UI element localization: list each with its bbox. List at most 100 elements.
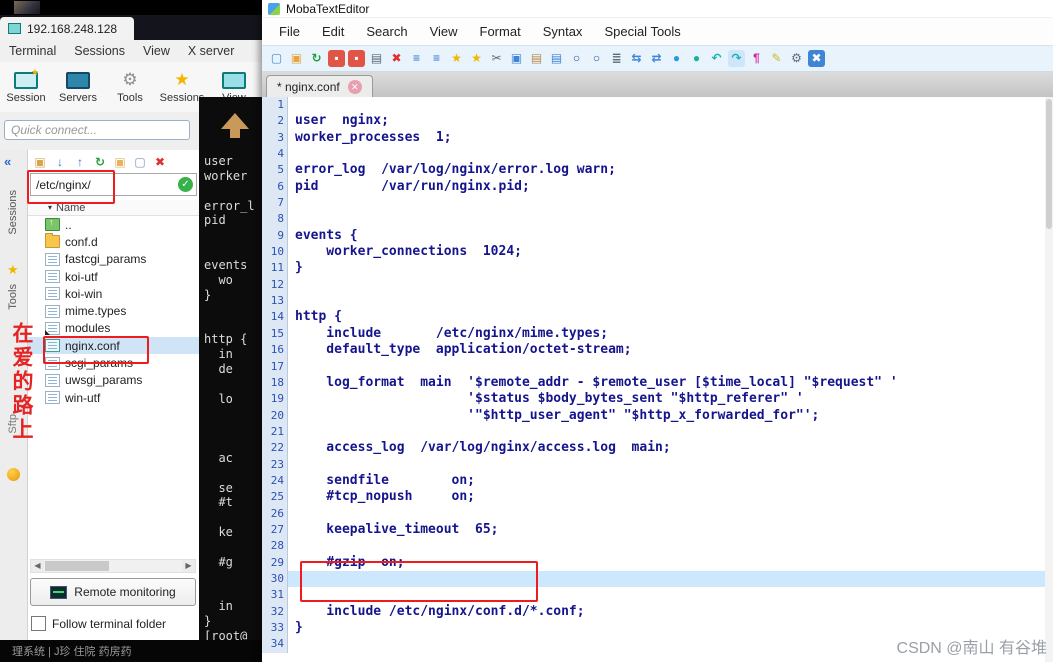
scroll-right-icon[interactable]: ▶ xyxy=(182,560,195,572)
code-line[interactable]: 27 keepalive_timeout 65; xyxy=(262,522,1053,538)
file-row[interactable]: koi-utf xyxy=(28,268,199,285)
sftp-toolbar-icon[interactable]: ▢ xyxy=(132,154,148,170)
file-row[interactable]: win-utf xyxy=(28,389,199,406)
code-line[interactable]: 30 xyxy=(262,571,1053,587)
follow-terminal-checkbox[interactable] xyxy=(31,616,46,631)
menu-item[interactable]: Sessions xyxy=(65,44,134,58)
editor-toolbar-icon[interactable]: ● xyxy=(668,50,685,67)
code-line[interactable]: 12 xyxy=(262,277,1053,293)
editor-toolbar-icon[interactable]: ↶ xyxy=(708,50,725,67)
code-line[interactable]: 34 xyxy=(262,636,1053,652)
toolbar-button[interactable]: Tools xyxy=(104,62,156,112)
quick-connect-input[interactable] xyxy=(4,120,190,140)
editor-toolbar-icon[interactable]: ⇄ xyxy=(648,50,665,67)
code-line[interactable]: 5 error_log /var/log/nginx/error.log war… xyxy=(262,162,1053,178)
menu-item[interactable]: Terminal xyxy=(0,44,65,58)
toolbar-button[interactable]: Session xyxy=(0,62,52,112)
side-tab-sessions[interactable]: Sessions xyxy=(7,190,19,235)
editor-toolbar-icon[interactable]: ✖ xyxy=(388,50,405,67)
sftp-toolbar-icon[interactable]: ↓ xyxy=(52,154,68,170)
session-tab[interactable]: 192.168.248.128 xyxy=(0,17,134,40)
horizontal-scrollbar[interactable]: ◀ ▶ xyxy=(30,559,196,573)
close-tab-icon[interactable]: ✕ xyxy=(348,80,362,94)
collapse-sidebar-icon[interactable]: « xyxy=(4,154,11,169)
file-row[interactable]: conf.d xyxy=(28,233,199,250)
code-line[interactable]: 17 xyxy=(262,359,1053,375)
editor-toolbar-icon[interactable]: ↻ xyxy=(308,50,325,67)
sftp-toolbar-icon[interactable]: ↻ xyxy=(92,154,108,170)
code-line[interactable]: 16 default_type application/octet-stream… xyxy=(262,342,1053,358)
editor-menu-item[interactable]: Edit xyxy=(311,24,355,39)
editor-toolbar-icon[interactable]: ▪ xyxy=(348,50,365,67)
remote-monitoring-button[interactable]: Remote monitoring xyxy=(30,578,196,606)
file-row[interactable]: fastcgi_params xyxy=(28,251,199,268)
editor-toolbar-icon[interactable]: ✖ xyxy=(808,50,825,67)
code-line[interactable]: 21 xyxy=(262,424,1053,440)
editor-toolbar-icon[interactable]: ● xyxy=(688,50,705,67)
editor-toolbar-icon[interactable]: ⚙ xyxy=(788,50,805,67)
file-row[interactable]: modules xyxy=(28,320,199,337)
code-line[interactable]: 3 worker_processes 1; xyxy=(262,130,1053,146)
editor-toolbar-icon[interactable]: ↷ xyxy=(728,50,745,67)
editor-toolbar-icon[interactable]: ⇆ xyxy=(628,50,645,67)
editor-toolbar-icon[interactable]: ≣ xyxy=(608,50,625,67)
code-line[interactable]: 26 xyxy=(262,506,1053,522)
editor-toolbar-icon[interactable]: ○ xyxy=(588,50,605,67)
editor-toolbar-icon[interactable]: ≡ xyxy=(408,50,425,67)
code-line[interactable]: 29 #gzip on; xyxy=(262,555,1053,571)
editor-toolbar-icon[interactable]: ▢ xyxy=(268,50,285,67)
editor-toolbar-icon[interactable]: ▣ xyxy=(508,50,525,67)
menu-item[interactable]: X server xyxy=(179,44,244,58)
editor-toolbar-icon[interactable]: ▣ xyxy=(288,50,305,67)
file-row[interactable]: nginx.conf xyxy=(28,337,199,354)
file-row[interactable]: mime.types xyxy=(28,302,199,319)
editor-menu-item[interactable]: File xyxy=(268,24,311,39)
editor-toolbar-icon[interactable]: ≡ xyxy=(428,50,445,67)
code-line[interactable]: 20 '"$http_user_agent" "$http_x_forwarde… xyxy=(262,408,1053,424)
toolbar-button[interactable]: Servers xyxy=(52,62,104,112)
sftp-toolbar-icon[interactable]: ▣ xyxy=(112,154,128,170)
code-line[interactable]: 33 } xyxy=(262,620,1053,636)
code-line[interactable]: 11 } xyxy=(262,260,1053,276)
editor-toolbar-icon[interactable]: ✎ xyxy=(768,50,785,67)
macro-ball-icon[interactable] xyxy=(7,468,20,481)
code-line[interactable]: 18 log_format main '$remote_addr - $remo… xyxy=(262,375,1053,391)
code-line[interactable]: 4 xyxy=(262,146,1053,162)
editor-menu-item[interactable]: Special Tools xyxy=(593,24,691,39)
sftp-toolbar-icon[interactable]: ✖ xyxy=(152,154,168,170)
code-line[interactable]: 22 access_log /var/log/nginx/access.log … xyxy=(262,440,1053,456)
side-tab-sftp[interactable]: Sftp xyxy=(7,414,19,434)
code-line[interactable]: 8 xyxy=(262,211,1053,227)
editor-menu-item[interactable]: Search xyxy=(355,24,418,39)
code-line[interactable]: 32 include /etc/nginx/conf.d/*.conf; xyxy=(262,604,1053,620)
scrollbar-thumb[interactable] xyxy=(45,561,109,571)
editor-menu-item[interactable]: Syntax xyxy=(532,24,594,39)
document-tab[interactable]: * nginx.conf ✕ xyxy=(266,75,373,97)
code-line[interactable]: 13 xyxy=(262,293,1053,309)
editor-toolbar-icon[interactable]: ★ xyxy=(448,50,465,67)
code-line[interactable]: 19 '$status $body_bytes_sent "$http_refe… xyxy=(262,391,1053,407)
code-line[interactable]: 28 xyxy=(262,538,1053,554)
editor-menu-item[interactable]: View xyxy=(419,24,469,39)
path-input[interactable] xyxy=(30,173,197,196)
editor-toolbar-icon[interactable]: ▤ xyxy=(368,50,385,67)
code-line[interactable]: 24 sendfile on; xyxy=(262,473,1053,489)
file-row[interactable]: uwsgi_params xyxy=(28,372,199,389)
code-line[interactable]: 6 pid /var/run/nginx.pid; xyxy=(262,179,1053,195)
file-row[interactable]: koi-win xyxy=(28,285,199,302)
editor-vertical-scrollbar[interactable] xyxy=(1045,97,1053,662)
editor-toolbar-icon[interactable]: ¶ xyxy=(748,50,765,67)
editor-toolbar-icon[interactable]: ▤ xyxy=(528,50,545,67)
code-line[interactable]: 1 xyxy=(262,97,1053,113)
file-list-header[interactable]: ▾ Name xyxy=(28,200,199,216)
terminal-pane[interactable]: user worker error_l pid events wo xyxy=(199,97,262,640)
editor-toolbar-icon[interactable]: ✂ xyxy=(488,50,505,67)
file-row[interactable]: scgi_params xyxy=(28,354,199,371)
scroll-left-icon[interactable]: ◀ xyxy=(31,560,44,572)
editor-toolbar-icon[interactable]: ★ xyxy=(468,50,485,67)
code-line[interactable]: 9 events { xyxy=(262,228,1053,244)
code-line[interactable]: 14 http { xyxy=(262,309,1053,325)
side-tab-tools[interactable]: Tools xyxy=(7,284,19,310)
editor-toolbar-icon[interactable]: ○ xyxy=(568,50,585,67)
code-line[interactable]: 23 xyxy=(262,457,1053,473)
